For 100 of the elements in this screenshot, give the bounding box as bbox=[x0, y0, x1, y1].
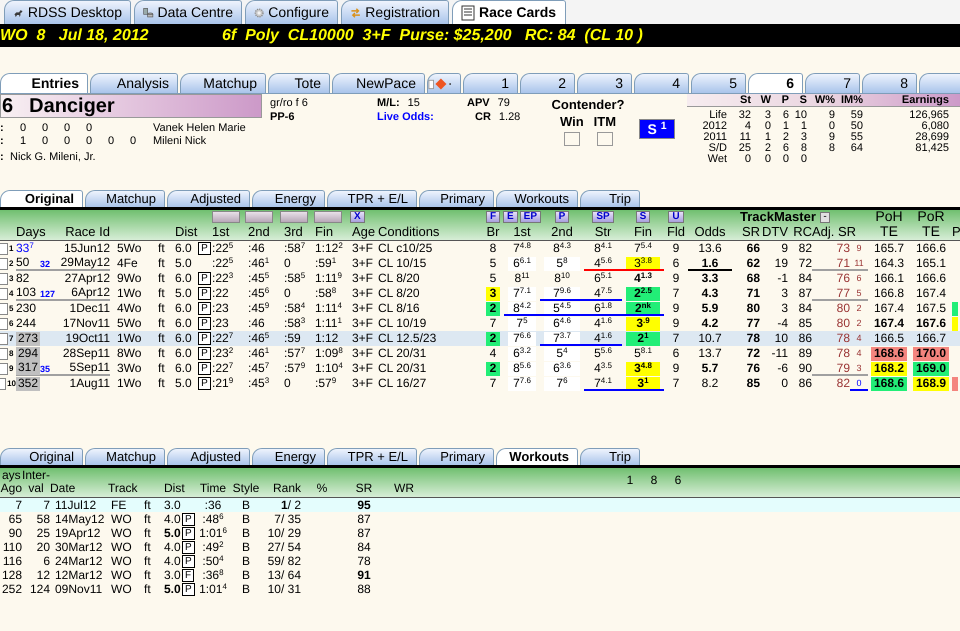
tab[interactable]: Tote bbox=[268, 73, 330, 93]
checkbox[interactable] bbox=[0, 288, 8, 300]
table-row[interactable]: 2 50 32 29May12 4Fe ft 5.0 :22$^{5}$ :46$^{1}$ 0 :59$^{1}$ 3+F CL 10/15 5 6$^{6.1}$ 5$^{8}$ 4$^{5.6}$ 3$^{3.8}$ 6 1.6 62 19 72 71 11 164.3 165.1 bbox=[0, 256, 960, 271]
tab[interactable]: Adjusted bbox=[167, 448, 250, 465]
tab[interactable]: Entries bbox=[0, 73, 88, 93]
tab[interactable]: Primary bbox=[419, 448, 494, 465]
tab[interactable]: Energy bbox=[252, 190, 325, 207]
column-button[interactable]: SP bbox=[592, 211, 614, 223]
tab[interactable]: NewPace bbox=[332, 73, 425, 93]
tab[interactable]: TPR + E/L bbox=[327, 190, 417, 207]
tab[interactable]: Matchup bbox=[85, 448, 165, 465]
checkbox[interactable] bbox=[564, 132, 580, 146]
table-row[interactable]: 110 20 30Mar12 WO ft 4.0 P :49$^{2}$ B 27/ 54 84 bbox=[0, 540, 960, 554]
tab[interactable]: 4 bbox=[634, 73, 689, 93]
checkbox[interactable] bbox=[0, 332, 8, 344]
column-header: Rank bbox=[272, 482, 301, 495]
column-button[interactable]: S bbox=[636, 211, 650, 223]
tab[interactable]: Registration bbox=[341, 0, 449, 24]
tab[interactable]: Workouts bbox=[496, 448, 578, 465]
table-cell-text: ft bbox=[157, 256, 166, 271]
tab[interactable] bbox=[919, 73, 960, 93]
column-button[interactable]: E bbox=[503, 211, 518, 223]
tab[interactable]: Workouts bbox=[496, 190, 578, 207]
tab[interactable]: RDSS Desktop bbox=[4, 0, 131, 24]
table-row[interactable]: 65 58 14May12 WO ft 4.0 P :48$^{6}$ B 7/ 35 87 bbox=[0, 512, 960, 526]
tab[interactable]: Race Cards bbox=[452, 0, 566, 24]
tab[interactable]: 5 bbox=[691, 73, 746, 93]
tab[interactable]: Matchup bbox=[180, 73, 266, 93]
tab[interactable] bbox=[427, 73, 461, 93]
table-row[interactable]: 252 124 09Nov11 WO ft 5.0 P 1:01$^{4}$ B 10/ 31 88 bbox=[0, 582, 960, 596]
table-row[interactable]: 90 25 19Apr12 WO ft 5.0 P 1:01$^{6}$ B 10/ 29 87 bbox=[0, 526, 960, 540]
race-conditions: 6f Poly CL10000 3+F Purse: $25,200 RC: 84 (CL 10 ) bbox=[222, 26, 643, 46]
table-row[interactable]: 8 294 28Sep11 8Wo ft 6.0 P :23$^{2}$ :46$^{1}$ :57$^{7}$ 1:09$^{8}$ 3+F CL 20/31 4 6$^{3.2}$ 5$^{4}$ 5$^{5.6}$ 5$^{8.1}$ 6 13.7 72 -11 89 78 4 168.6 170.0 bbox=[0, 346, 960, 361]
table-cell-text: B bbox=[240, 582, 251, 596]
tab[interactable]: Trip bbox=[580, 190, 640, 207]
table-cell-text: ft bbox=[157, 301, 166, 316]
tab[interactable]: Matchup bbox=[85, 190, 165, 207]
table-cell-text: 6.0 bbox=[174, 301, 193, 316]
table-cell: 5$^{4.5}$ bbox=[540, 301, 584, 316]
column-button[interactable]: F bbox=[486, 211, 500, 223]
table-row[interactable]: 128 12 12Mar12 WO ft 3.0 F :36$^{8}$ B 13/ 64 91 bbox=[0, 568, 960, 582]
column-button[interactable] bbox=[280, 211, 308, 223]
tab[interactable]: TPR + E/L bbox=[327, 448, 417, 465]
table-cell-text: 3+F bbox=[351, 241, 374, 256]
checkbox[interactable] bbox=[0, 242, 8, 254]
column-button[interactable] bbox=[212, 211, 240, 223]
table-row[interactable]: 4 103 127 6Apr12 1Wo ft 5.0 P :22 :45$^{6}$ 0 :58$^{8}$ 3+F CL 8/20 3 7$^{7.1}$ 7$^{9.6}$ 4$^{7.5}$ 2$^{2.5}$ 7 4.3 71 3 87 77 5 166.8 167.4 bbox=[0, 286, 960, 301]
checkbox[interactable] bbox=[0, 258, 8, 270]
column-header: IM% bbox=[840, 94, 863, 106]
checkbox[interactable] bbox=[0, 378, 6, 390]
column-button[interactable] bbox=[314, 211, 342, 223]
tab[interactable]: 8 bbox=[862, 73, 917, 93]
table-cell-text: 244 bbox=[16, 316, 38, 331]
tab[interactable]: Trip bbox=[580, 448, 640, 465]
table-row[interactable]: 116 6 24Mar12 WO ft 4.0 P :50$^{4}$ B 59/ 82 78 bbox=[0, 554, 960, 568]
table-row[interactable]: 3 82 27Apr12 9Wo ft 6.0 P :22$^{3}$ :45$^{5}$ :58$^{5}$ 1:11$^{9}$ 3+F CL 8/20 5 8$^{11}$ 8$^{10}$ 6$^{5.1}$ 4$^{1.3}$ 9 3.3 68 -1 84 76 6 166.1 166.6 bbox=[0, 271, 960, 286]
table-cell-text: 55 bbox=[850, 132, 863, 143]
table-cell-text: 27/ 54 bbox=[266, 540, 301, 554]
interval-note: 32 bbox=[40, 258, 50, 271]
table-row[interactable]: 5 230 1Dec11 4Wo ft 6.0 P :23 :45$^{9}$ :58$^{4}$ 1:11$^{4}$ 3+F CL 8/16 2 8$^{4.2}$ 5$^{4.5}$ 6$^{1.8}$ 2$^{nk}$ 9 5.9 80 3 84 80 2 167.4 167.5 bbox=[0, 301, 960, 316]
tab[interactable]: Analysis bbox=[90, 73, 178, 93]
table-row[interactable]: 6 244 17Nov11 5Wo ft 6.0 P :23 :46 :58$^{3}$ 1:11$^{1}$ 3+F CL 10/19 7 7$^{5}$ 6$^{4.6}$ 4$^{1.6}$ 3$^{.9}$ 9 4.2 77 -4 85 80 2 167.4 167.6 bbox=[0, 316, 960, 331]
column-header: Age bbox=[352, 223, 376, 242]
table-cell-text: 7 bbox=[488, 376, 498, 391]
tab[interactable]: 3 bbox=[577, 73, 632, 93]
tab[interactable]: Configure bbox=[245, 0, 338, 24]
checkbox[interactable] bbox=[0, 362, 8, 374]
tab[interactable]: Original bbox=[0, 190, 83, 207]
table-row[interactable]: 7 7 11Jul12 FE ft 3.0 :36 B 1/ 2 95 bbox=[0, 498, 960, 512]
table-cell-text: WO bbox=[110, 512, 133, 526]
checkbox[interactable] bbox=[0, 348, 8, 360]
table-cell-text: CL 8/20 bbox=[378, 271, 421, 286]
checkbox[interactable] bbox=[0, 272, 8, 284]
tab[interactable]: 1 bbox=[463, 73, 518, 93]
table-row[interactable]: 7 273 19Oct11 1Wo ft 6.0 P :22$^{7}$ :46$^{5}$ :59 1:12 3+F CL 12.5/23 2 7$^{6.6}$ 7$^{3.7}$ 4$^{1.6}$ 2$^{1}$ 7 10.7 78 10 86 78 4 166.5 166.7 bbox=[0, 331, 960, 346]
checkbox[interactable] bbox=[596, 132, 613, 146]
column-button[interactable]: EP bbox=[520, 211, 542, 223]
table-cell: 317 bbox=[16, 361, 40, 376]
table-cell-text: 85 bbox=[798, 316, 812, 331]
tab[interactable]: 6 bbox=[748, 73, 803, 93]
tab[interactable]: 7 bbox=[805, 73, 860, 93]
tab[interactable]: Adjusted bbox=[167, 190, 250, 207]
column-button[interactable]: X bbox=[350, 211, 365, 223]
table-row[interactable]: 10 352 1Aug11 1Wo ft 5.0 P :21$^{9}$ :45$^{3}$ 0 :57$^{9}$ 3+F CL 16/27 7 7$^{7.6}$ 7$^{6}$ 7$^{4.1}$ 3$^{1}$ 7 8.2 85 0 86 82 0 168.6 168.9 bbox=[0, 376, 960, 391]
column-button[interactable] bbox=[245, 211, 273, 223]
column-button[interactable]: U bbox=[668, 211, 684, 223]
column-button[interactable]: P bbox=[554, 211, 570, 223]
tab[interactable]: Original bbox=[0, 448, 83, 465]
column-header: PoR TE bbox=[916, 209, 946, 240]
checkbox[interactable] bbox=[0, 318, 8, 330]
table-row[interactable]: 1 33$^{7}$ 15Jun12 5Wo ft 6.0 P :22$^{5}$ :46 :58$^{7}$ 1:12$^{2}$ 3+F CL c10/25 8 7$^{4.8}$ 8$^{4.3}$ 8$^{4.1}$ 7$^{5.4}$ 9 13.6 66 9 82 73 9 165.7 166.6 bbox=[0, 241, 960, 256]
table-cell-text: 1:11$^{1}$ bbox=[314, 316, 343, 331]
tab[interactable]: Primary bbox=[419, 190, 494, 207]
tab[interactable]: Data Centre bbox=[134, 0, 242, 24]
tab[interactable]: Energy bbox=[252, 448, 325, 465]
tab[interactable]: 2 bbox=[520, 73, 575, 93]
checkbox[interactable] bbox=[0, 302, 8, 314]
collapse-button[interactable]: - bbox=[820, 212, 830, 222]
table-row[interactable]: 9 317 35 5Sep11 3Wo ft 6.0 P :22$^{7}$ :45$^{7}$ :57$^{9}$ 1:10$^{4}$ 3+F CL 20/31 2 8$^{5.6}$ 6$^{3.6}$ 4$^{3.5}$ 3$^{4.8}$ 9 5.7 76 -6 90 79 3 168.2 169.0 bbox=[0, 361, 960, 376]
table-cell-text: 87 bbox=[798, 286, 812, 301]
